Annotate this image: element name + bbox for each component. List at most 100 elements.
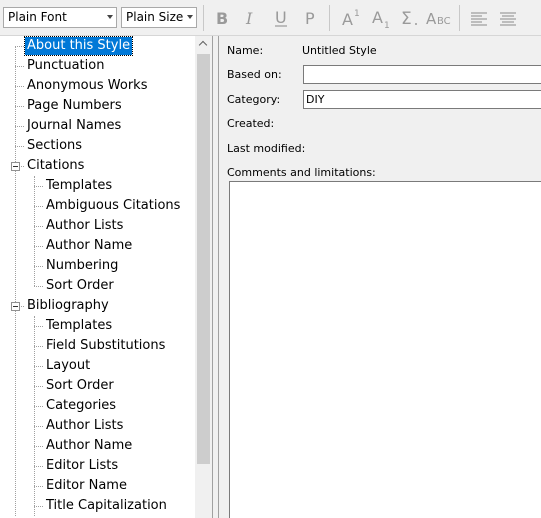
svg-text:B: B	[216, 9, 228, 28]
tree-item-punctuation[interactable]: Punctuation	[25, 57, 106, 75]
tree-connector	[34, 186, 43, 187]
tree-connector	[34, 266, 43, 267]
tree-item-citations-author-name[interactable]: Author Name	[44, 237, 134, 255]
superscript-button[interactable]: A1	[340, 6, 364, 30]
based-on-field[interactable]	[303, 65, 541, 84]
bold-icon: B	[216, 9, 228, 28]
scroll-up-icon[interactable]	[195, 36, 212, 53]
tree-connector	[15, 46, 24, 47]
tree-item-ambiguous-citations[interactable]: Ambiguous Citations	[44, 197, 182, 215]
tree-connector	[34, 286, 43, 287]
tree-scrollbar[interactable]	[195, 36, 212, 518]
tree-item-layout[interactable]: Layout	[44, 357, 92, 375]
tree-connector	[34, 366, 43, 367]
tree-item-numbering[interactable]: Numbering	[44, 257, 120, 275]
tree-connector	[34, 226, 43, 227]
small-caps-icon: A BC	[426, 10, 451, 28]
font-select[interactable]: Plain Font	[3, 7, 117, 28]
comments-textarea[interactable]	[229, 181, 541, 518]
tree-item-categories[interactable]: Categories	[44, 397, 118, 415]
tree-item-bibliography[interactable]: Bibliography	[25, 297, 111, 315]
svg-text:1: 1	[384, 21, 390, 30]
format-toolbar: Plain Font Plain Size B I U P A1 A1 Σ AB…	[0, 0, 541, 36]
tree-connector	[34, 246, 43, 247]
tree-item-title-capitalization[interactable]: Title Capitalization	[44, 497, 169, 515]
tree-item-citations-author-lists[interactable]: Author Lists	[44, 217, 125, 235]
svg-text:I: I	[245, 9, 253, 28]
tree-connector	[15, 66, 24, 67]
tree-connector	[15, 126, 24, 127]
collapse-icon[interactable]	[11, 302, 20, 311]
style-details-panel: Name: Untitled Style Based on: Category:…	[218, 36, 541, 518]
name-value: Untitled Style	[302, 44, 377, 57]
tree-item-anonymous-works[interactable]: Anonymous Works	[25, 77, 149, 95]
tree-item-bibliography-author-name[interactable]: Author Name	[44, 437, 134, 455]
tree-item-citations-templates[interactable]: Templates	[44, 177, 114, 195]
collapse-icon[interactable]	[11, 162, 20, 171]
created-label: Created:	[227, 117, 275, 130]
tree-item-bibliography-author-lists[interactable]: Author Lists	[44, 417, 125, 435]
toolbar-separator	[459, 5, 460, 31]
justify-icon	[500, 12, 516, 26]
tree-connector	[34, 326, 43, 327]
tree-item-bibliography-templates[interactable]: Templates	[44, 317, 114, 335]
italic-button[interactable]: I	[241, 6, 261, 30]
subscript-button[interactable]: A1	[370, 6, 394, 30]
tree-item-field-substitutions[interactable]: Field Substitutions	[44, 337, 167, 355]
tree-connector	[15, 146, 24, 147]
category-field[interactable]: DIY	[303, 90, 541, 109]
tree-connector	[15, 46, 16, 516]
tree-connector	[34, 486, 43, 487]
svg-text:BC: BC	[437, 16, 451, 27]
tree-connector	[34, 406, 43, 407]
underline-button[interactable]: U	[271, 6, 291, 30]
bold-button[interactable]: B	[212, 6, 232, 30]
based-on-label: Based on:	[227, 68, 282, 81]
tree-connector	[15, 86, 24, 87]
svg-text:U: U	[275, 8, 287, 27]
name-label: Name:	[227, 44, 264, 57]
tree-connector	[21, 306, 24, 307]
chevron-down-icon	[107, 15, 113, 19]
align-left-icon	[471, 12, 487, 26]
justify-button[interactable]	[497, 6, 519, 30]
size-select[interactable]: Plain Size	[121, 7, 197, 28]
style-tree[interactable]: About this Style Punctuation Anonymous W…	[0, 36, 213, 518]
tree-item-citations-sort-order[interactable]: Sort Order	[44, 277, 116, 295]
align-left-button[interactable]	[468, 6, 490, 30]
small-caps-button[interactable]: A BC	[425, 6, 453, 30]
tree-item-editor-lists[interactable]: Editor Lists	[44, 457, 120, 475]
svg-text:1: 1	[354, 9, 360, 19]
tree-connector	[34, 466, 43, 467]
comments-label: Comments and limitations:	[227, 166, 376, 179]
tree-item-page-numbers[interactable]: Page Numbers	[25, 97, 124, 115]
tree-connector	[34, 346, 43, 347]
tree-item-journal-names[interactable]: Journal Names	[25, 117, 123, 135]
tree-connector	[34, 206, 43, 207]
plain-button[interactable]: P	[301, 6, 321, 30]
toolbar-separator	[329, 5, 330, 31]
chevron-down-icon	[187, 15, 193, 19]
scroll-thumb[interactable]	[197, 54, 210, 464]
tree-connector	[21, 166, 24, 167]
font-select-value: Plain Font	[8, 10, 67, 24]
tree-item-about-this-style[interactable]: About this Style	[23, 36, 134, 56]
svg-text:A: A	[426, 10, 437, 28]
category-label: Category:	[227, 93, 281, 106]
tree-item-editor-name[interactable]: Editor Name	[44, 477, 129, 495]
tree-connector	[34, 386, 43, 387]
symbol-button[interactable]: Σ	[399, 6, 421, 30]
size-select-value: Plain Size	[126, 10, 184, 24]
italic-icon: I	[245, 9, 253, 28]
plain-icon: P	[305, 9, 315, 28]
tree-item-bibliography-sort-order[interactable]: Sort Order	[44, 377, 116, 395]
superscript-icon: A1	[342, 9, 360, 29]
tree-item-sections[interactable]: Sections	[25, 137, 84, 155]
symbol-icon: Σ	[401, 9, 417, 29]
tree-connector	[34, 446, 43, 447]
svg-text:A: A	[342, 10, 353, 29]
tree-item-citations[interactable]: Citations	[25, 157, 86, 175]
subscript-icon: A1	[372, 8, 390, 30]
underline-icon: U	[275, 8, 287, 27]
svg-text:P: P	[305, 9, 315, 28]
